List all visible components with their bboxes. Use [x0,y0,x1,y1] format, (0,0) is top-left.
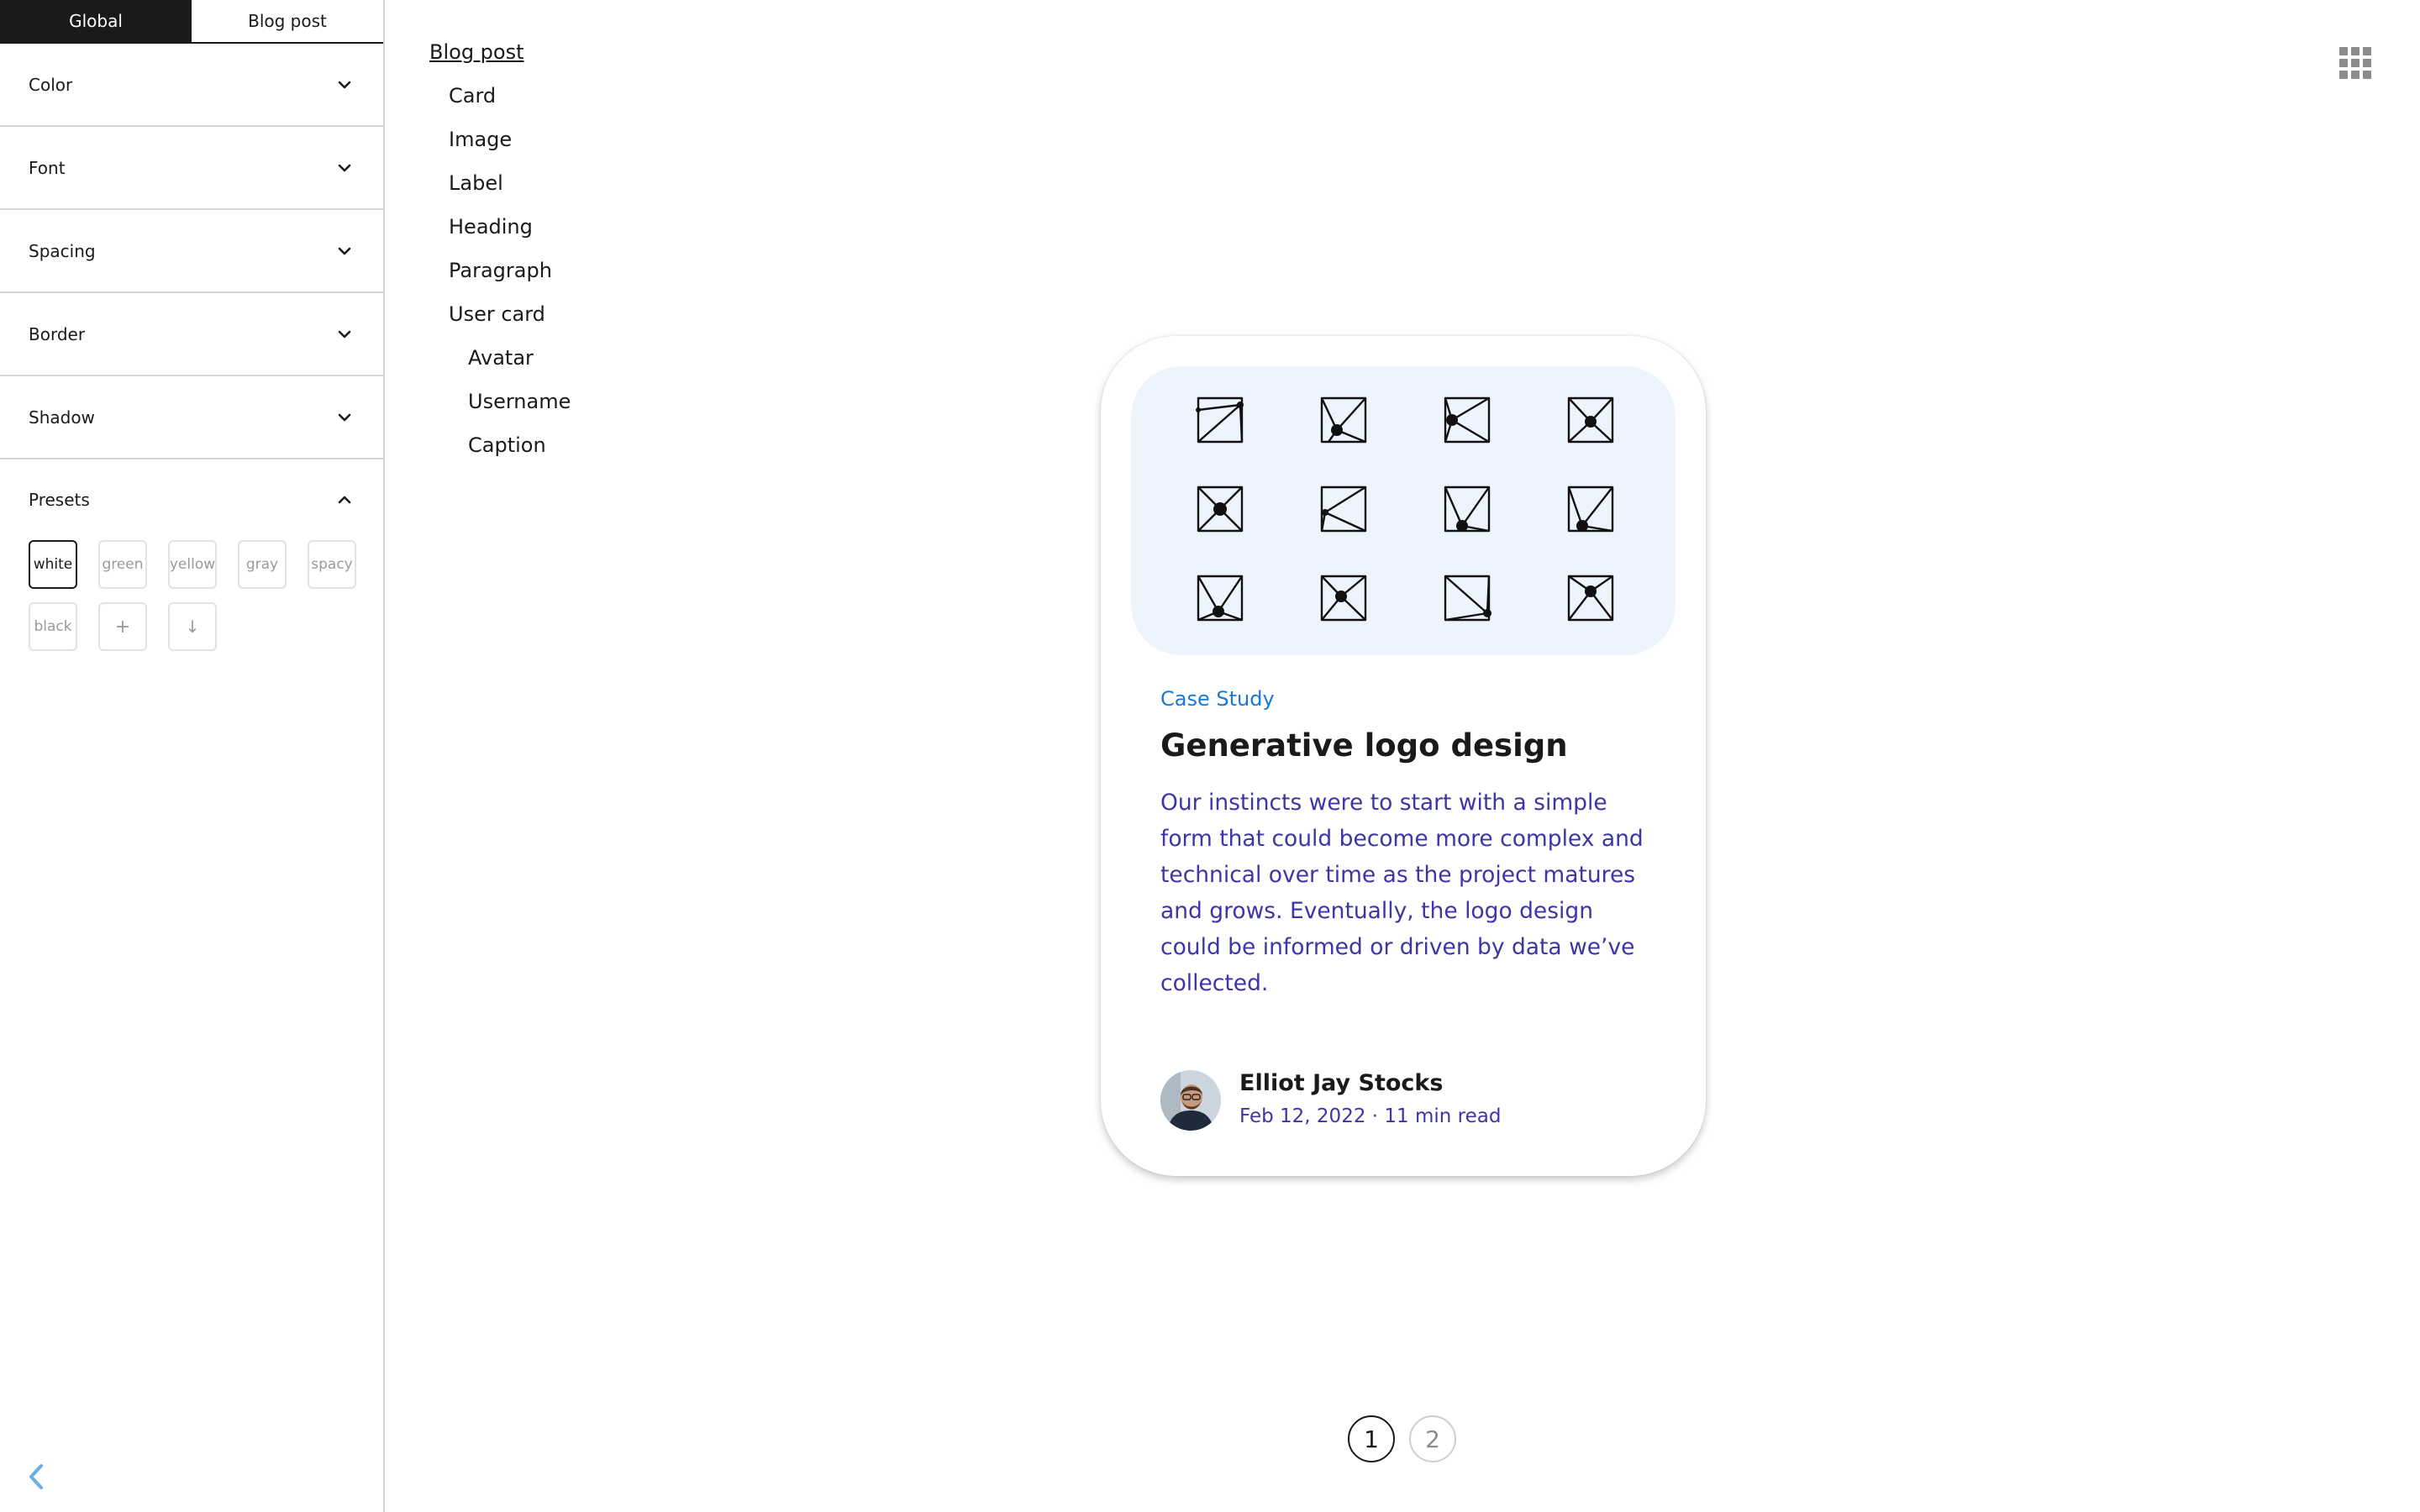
caption: Feb 12, 2022 · 11 min read [1239,1105,1502,1127]
card-label: Case Study [1160,687,1275,711]
preset-black[interactable]: black [29,602,77,651]
grid-menu-icon[interactable] [2339,47,2371,79]
tree-item-user-card[interactable]: User card [449,302,545,326]
tree-item-label[interactable]: Label [449,171,503,195]
chevron-left-icon [29,1464,43,1489]
preset-gray[interactable]: gray [238,540,287,589]
tree-item-username[interactable]: Username [468,390,571,413]
presets-grid: white green yellow gray spacy black + ↓ [0,540,385,675]
card-paragraph: Our instincts were to start with a simpl… [1160,790,1644,996]
avatar [1160,1070,1221,1131]
preset-white[interactable]: white [29,540,77,589]
section-spacing[interactable]: Spacing [0,210,383,293]
chevron-down-icon [336,243,353,260]
card-heading: Generative logo design [1160,727,1568,764]
chevron-down-icon [336,326,353,343]
add-preset-button[interactable]: + [98,602,147,651]
tab-global[interactable]: Global [0,0,192,42]
chevron-down-icon [336,160,353,176]
card-image [1131,366,1676,655]
section-border-label: Border [29,323,86,344]
section-presets-label: Presets [29,490,90,510]
preset-spacy[interactable]: spacy [308,540,356,589]
section-shadow-label: Shadow [29,407,95,428]
generative-logo-grid [1196,396,1614,622]
download-icon: ↓ [185,617,200,637]
settings-panel: Global Blog post Color Font Spacing Bord… [0,0,385,1512]
chevron-down-icon [336,409,353,426]
tree-item-caption[interactable]: Caption [468,433,546,457]
section-font[interactable]: Font [0,127,383,210]
section-presets[interactable]: Presets [0,459,383,540]
tree-item-paragraph[interactable]: Paragraph [449,259,552,282]
plus-icon: + [114,616,131,638]
username: Elliot Jay Stocks [1239,1070,1444,1096]
section-border[interactable]: Border [0,293,383,376]
chevron-up-icon [336,491,353,508]
preset-green[interactable]: green [98,540,147,589]
panel-tabs: Global Blog post [0,0,383,44]
tree-item-blog-post[interactable]: Blog post [429,40,524,64]
section-color-label: Color [29,74,73,95]
section-spacing-label: Spacing [29,240,96,261]
section-color[interactable]: Color [0,44,383,127]
tree-item-avatar[interactable]: Avatar [468,346,534,370]
collapse-panel-button[interactable] [24,1462,49,1492]
tree-item-image[interactable]: Image [449,128,512,151]
blog-post-card: Case Study Generative logo design Our in… [1101,336,1706,1176]
tree-item-heading[interactable]: Heading [449,215,533,239]
page-1-button[interactable]: 1 [1348,1415,1395,1462]
chevron-down-icon [336,76,353,93]
preset-yellow[interactable]: yellow [168,540,217,589]
tree-item-card[interactable]: Card [449,84,496,108]
tab-blog-post[interactable]: Blog post [192,0,383,42]
download-preset-button[interactable]: ↓ [168,602,217,651]
section-font-label: Font [29,157,66,178]
section-shadow[interactable]: Shadow [0,376,383,459]
page-2-button[interactable]: 2 [1409,1415,1456,1462]
